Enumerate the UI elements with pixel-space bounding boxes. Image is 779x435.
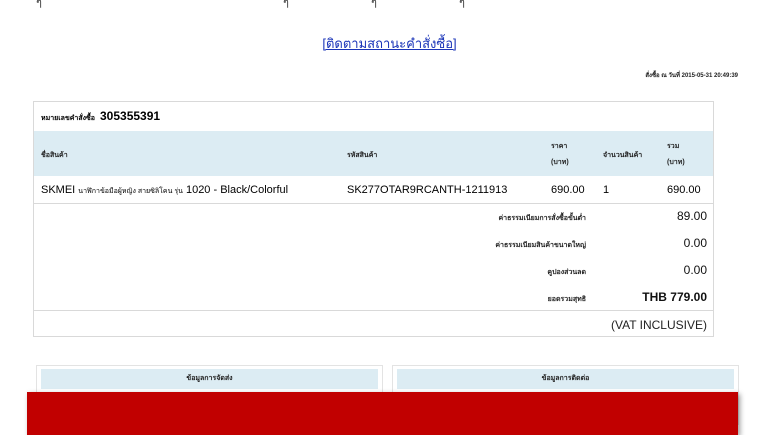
bulky-fee-label: ค่าธรรมเนียมสินค้าขนาดใหญ่ <box>495 242 586 249</box>
order-number-label: หมายเลขคำสั่งซื้อ <box>41 115 95 122</box>
header-qty: จำนวนสินค้า <box>603 152 643 159</box>
shipping-info-header: ข้อมูลการจัดส่ง <box>41 369 378 389</box>
header-total: รวม <box>667 143 680 150</box>
net-total-row: ยอดรวมสุทธิ THB 779.00 <box>34 285 707 311</box>
coupon-label: คูปองส่วนลด <box>547 269 586 276</box>
red-overlay-bar <box>27 392 738 435</box>
header-price-unit: (บาท) <box>551 159 569 166</box>
product-qty: 1 <box>603 184 610 196</box>
net-total-label: ยอดรวมสุทธิ <box>547 296 586 303</box>
header-total-unit: (บาท) <box>667 159 685 166</box>
vat-row: (VAT INCLUSIVE) <box>34 310 713 338</box>
product-name: SKMEI นาฬิกาข้อมือผู้หญิง สายซิลิโคน รุ่… <box>41 184 288 197</box>
table-row: SKMEI นาฬิกาข้อมือผู้หญิง สายซิลิโคน รุ่… <box>34 176 713 204</box>
order-number: 305355391 <box>100 109 161 123</box>
product-description: นาฬิกาข้อมือผู้หญิง สายซิลิโคน รุ่น <box>78 188 183 195</box>
header-sku: รหัสสินค้า <box>347 152 378 159</box>
contact-info-header: ข้อมูลการติดต่อ <box>397 369 734 389</box>
top-cut-text-row: ๆ ๆ ๆ ๆ <box>36 0 465 9</box>
service-fee-row: ค่าธรรมเนียมการสั่งซื้อขั้นต่ำ 89.00 <box>34 204 707 230</box>
header-product: ชื่อสินค้า <box>41 152 68 159</box>
bulky-fee-row: ค่าธรรมเนียมสินค้าขนาดใหญ่ 0.00 <box>34 231 707 257</box>
product-model: 1020 - Black/Colorful <box>185 184 289 196</box>
bulky-fee-value: 0.00 <box>683 236 707 250</box>
vat-note: (VAT INCLUSIVE) <box>610 318 707 332</box>
product-sku: SK277OTAR9RCANTH-1211913 <box>347 184 508 196</box>
product-total: 690.00 <box>667 184 701 196</box>
coupon-value: 0.00 <box>683 263 707 277</box>
product-price: 690.00 <box>551 184 585 196</box>
table-header-row: ชื่อสินค้า รหัสสินค้า ราคา (บาท) จำนวนสิ… <box>34 131 713 176</box>
order-date: สั่งซื้อ ณ วันที่ 2015-05-31 20:49:39 <box>645 73 738 79</box>
service-fee-value: 89.00 <box>676 209 707 223</box>
order-summary-box: หมายเลขคำสั่งซื้อ 305355391 ชื่อสินค้า ร… <box>33 101 714 337</box>
track-order-link[interactable]: [ติดตามสถานะคำสั่งซื้อ] <box>0 33 779 54</box>
coupon-row: คูปองส่วนลด 0.00 <box>34 258 707 284</box>
service-fee-label: ค่าธรรมเนียมการสั่งซื้อขั้นต่ำ <box>498 215 586 222</box>
product-brand: SKMEI <box>41 184 76 196</box>
header-price: ราคา <box>551 143 568 150</box>
net-total-value: THB 779.00 <box>642 290 707 304</box>
order-number-row: หมายเลขคำสั่งซื้อ 305355391 <box>34 102 713 131</box>
